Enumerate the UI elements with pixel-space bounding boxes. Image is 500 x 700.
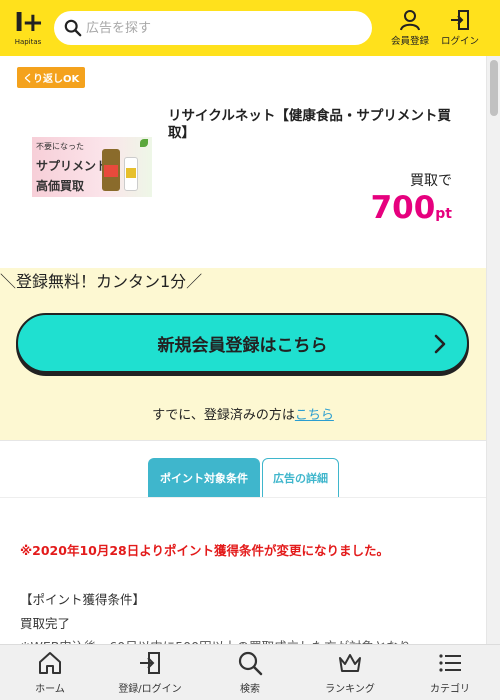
register-button-label: 新規会員登録はこちら	[157, 335, 328, 356]
points-unit: pt	[435, 206, 452, 222]
scrollbar[interactable]	[486, 56, 500, 644]
condition-heading: 【ポイント獲得条件】	[20, 592, 146, 607]
price-label: 買取で	[410, 173, 452, 189]
user-icon	[400, 10, 420, 31]
login-button[interactable]: ログイン	[436, 6, 484, 50]
section-divider	[0, 440, 486, 441]
product-thumbnail[interactable]: 不要になった サプリメント 高価買取	[32, 137, 152, 197]
recycle-logo-icon	[140, 139, 148, 147]
nav-category-label: カテゴリ	[430, 684, 470, 695]
already-registered-label: すでに、登録済みの方は	[152, 408, 295, 423]
scrollbar-thumb[interactable]	[490, 60, 498, 116]
crown-icon	[339, 654, 361, 672]
product-title: リサイクルネット【健康食品・サプリメント買取】	[168, 108, 451, 141]
registration-catch: ＼登録無料！カンタン1分／	[0, 272, 203, 291]
nav-ranking-label: ランキング	[325, 684, 375, 695]
nav-search-label: 検索	[240, 684, 260, 695]
tab-ad-details[interactable]: 広告の詳細	[262, 458, 339, 498]
site-logo[interactable]: I+ Hapitas	[12, 6, 44, 50]
logo-text: Hapitas	[14, 38, 42, 46]
points-number: 700	[370, 190, 436, 226]
nav-login-label: 登録/ログイン	[118, 684, 182, 695]
logo-mark: I+	[14, 8, 44, 38]
home-icon	[39, 652, 61, 674]
login-icon	[140, 652, 160, 674]
header-bar: I+ Hapitas 会員登録 ログイン	[0, 0, 500, 56]
repeat-ok-badge: くり返しOK	[17, 67, 86, 88]
search-icon	[238, 651, 263, 676]
nav-category[interactable]: カテゴリ	[400, 645, 500, 700]
points-value: 700pt	[371, 190, 452, 226]
tab-underline	[0, 497, 486, 498]
tab-point-conditions[interactable]: ポイント対象条件	[148, 458, 260, 498]
thumbnail-line-2: サプリメント	[36, 159, 109, 173]
register-label: 会員登録	[390, 36, 429, 47]
search-box[interactable]	[54, 11, 372, 45]
already-registered-text: すでに、登録済みの方はこちら	[0, 404, 486, 423]
nav-home[interactable]: ホーム	[0, 645, 100, 700]
supplement-bottle-image	[124, 157, 138, 191]
nav-ranking[interactable]: ランキング	[300, 645, 400, 700]
supplement-bottle-image	[102, 149, 120, 191]
login-link[interactable]: こちら	[295, 408, 334, 423]
search-input[interactable]	[86, 20, 356, 36]
condition-change-notice: ※2020年10月28日よりポイント獲得条件が変更になりました。	[20, 543, 389, 558]
register-button[interactable]: 会員登録	[386, 6, 434, 50]
chevron-right-icon	[434, 334, 446, 354]
new-member-register-button[interactable]: 新規会員登録はこちら	[16, 313, 469, 373]
condition-text: 買取完了	[20, 616, 71, 631]
bottom-navigation: ホーム 登録/ログイン 検索 ランキング カテゴリ	[0, 644, 500, 700]
nav-search[interactable]: 検索	[200, 645, 300, 700]
thumbnail-line-1: 不要になった	[36, 142, 84, 151]
nav-home-label: ホーム	[35, 684, 65, 695]
login-label: ログイン	[440, 36, 479, 47]
list-icon	[439, 654, 461, 672]
thumbnail-line-3: 高価買取	[36, 179, 85, 193]
login-icon	[451, 10, 469, 30]
search-icon	[64, 19, 82, 37]
nav-login[interactable]: 登録/ログイン	[100, 645, 200, 700]
